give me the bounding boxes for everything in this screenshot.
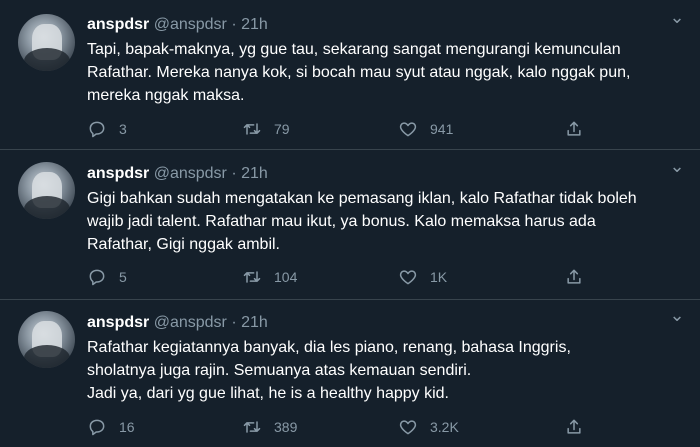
- avatar[interactable]: [18, 311, 75, 368]
- reply-count: 3: [119, 121, 127, 137]
- reply-button[interactable]: 5: [87, 265, 127, 289]
- reply-count: 16: [119, 419, 135, 435]
- tweet-line: Rafathar kegiatannya banyak, dia les pia…: [87, 339, 571, 356]
- tweet-line: Jadi ya, dari yg gue lihat, he is a heal…: [87, 385, 449, 402]
- timestamp[interactable]: 21h: [241, 16, 268, 33]
- tweet[interactable]: anspdsr @anspdsr · 21h ⌄ Gigi bahkan sud…: [0, 150, 700, 300]
- tweet-line: Tapi, bapak-maknya, yg gue tau, sekarang…: [87, 41, 621, 58]
- tweet-line: mereka nggak maksa.: [87, 87, 245, 104]
- tweet-text: Rafathar kegiatannya banyak, dia les pia…: [87, 336, 687, 405]
- user-handle[interactable]: @anspdsr: [154, 165, 227, 182]
- tweet-actions: 5 104 1K: [87, 265, 687, 289]
- like-button[interactable]: 941: [398, 117, 453, 141]
- user-handle[interactable]: @anspdsr: [154, 16, 227, 33]
- retweet-button[interactable]: 389: [242, 415, 297, 439]
- retweet-count: 389: [274, 419, 298, 435]
- reply-button[interactable]: 16: [87, 415, 135, 439]
- tweet-text: Gigi bahkan sudah mengatakan ke pemasang…: [87, 187, 687, 256]
- reply-icon: [89, 121, 105, 138]
- share-icon: [567, 121, 581, 136]
- tweet-header: anspdsr @anspdsr · 21h: [87, 15, 268, 35]
- share-button[interactable]: [564, 117, 584, 141]
- retweet-count: 104: [274, 269, 298, 285]
- tweet-line: Rafathar, Gigi nggak ambil.: [87, 236, 280, 253]
- timestamp[interactable]: 21h: [241, 165, 268, 182]
- display-name[interactable]: anspdsr: [87, 314, 149, 331]
- share-button[interactable]: [564, 415, 584, 439]
- tweet-header: anspdsr @anspdsr · 21h: [87, 313, 268, 333]
- heart-icon: [399, 420, 417, 435]
- like-count: 3.2K: [430, 419, 459, 435]
- tweet-line: Gigi bahkan sudah mengatakan ke pemasang…: [87, 190, 637, 207]
- avatar[interactable]: [18, 14, 75, 71]
- reply-icon: [89, 269, 105, 286]
- display-name[interactable]: anspdsr: [87, 16, 149, 33]
- avatar[interactable]: [18, 162, 75, 219]
- reply-icon: [89, 419, 105, 436]
- chevron-down-icon[interactable]: ⌄: [666, 157, 688, 179]
- like-count: 941: [430, 121, 454, 137]
- tweet[interactable]: anspdsr @anspdsr · 21h ⌄ Tapi, bapak-mak…: [0, 0, 700, 150]
- like-button[interactable]: 1K: [398, 265, 447, 289]
- retweet-icon: [243, 123, 261, 135]
- share-icon: [567, 269, 581, 284]
- retweet-icon: [243, 421, 261, 433]
- timestamp[interactable]: 21h: [241, 314, 268, 331]
- heart-icon: [399, 122, 417, 137]
- display-name[interactable]: anspdsr: [87, 165, 149, 182]
- tweet-header: anspdsr @anspdsr · 21h: [87, 164, 268, 184]
- like-count: 1K: [430, 269, 448, 285]
- tweet-actions: 16 389 3.2K: [87, 415, 687, 439]
- share-button[interactable]: [564, 265, 584, 289]
- tweet-text: Tapi, bapak-maknya, yg gue tau, sekarang…: [87, 38, 687, 107]
- tweet-actions: 3 79 941: [87, 117, 687, 141]
- tweet-line: wajib jadi talent. Rafathar mau ikut, ya…: [87, 213, 596, 230]
- retweet-button[interactable]: 104: [242, 265, 297, 289]
- retweet-icon: [243, 271, 261, 283]
- retweet-count: 79: [274, 121, 290, 137]
- tweet[interactable]: anspdsr @anspdsr · 21h ⌄ Rafathar kegiat…: [0, 300, 700, 447]
- tweet-line: sholatnya juga rajin. Semuanya atas kema…: [87, 362, 472, 379]
- separator-dot: ·: [231, 165, 237, 182]
- separator-dot: ·: [231, 314, 237, 331]
- tweet-line: Rafathar. Mereka nanya kok, si bocah mau…: [87, 64, 631, 81]
- reply-count: 5: [119, 269, 127, 285]
- retweet-button[interactable]: 79: [242, 117, 290, 141]
- share-icon: [567, 419, 581, 434]
- user-handle[interactable]: @anspdsr: [154, 314, 227, 331]
- chevron-down-icon[interactable]: ⌄: [666, 306, 688, 328]
- chevron-down-icon[interactable]: ⌄: [666, 8, 688, 30]
- separator-dot: ·: [231, 16, 237, 33]
- like-button[interactable]: 3.2K: [398, 415, 459, 439]
- heart-icon: [399, 270, 417, 285]
- reply-button[interactable]: 3: [87, 117, 127, 141]
